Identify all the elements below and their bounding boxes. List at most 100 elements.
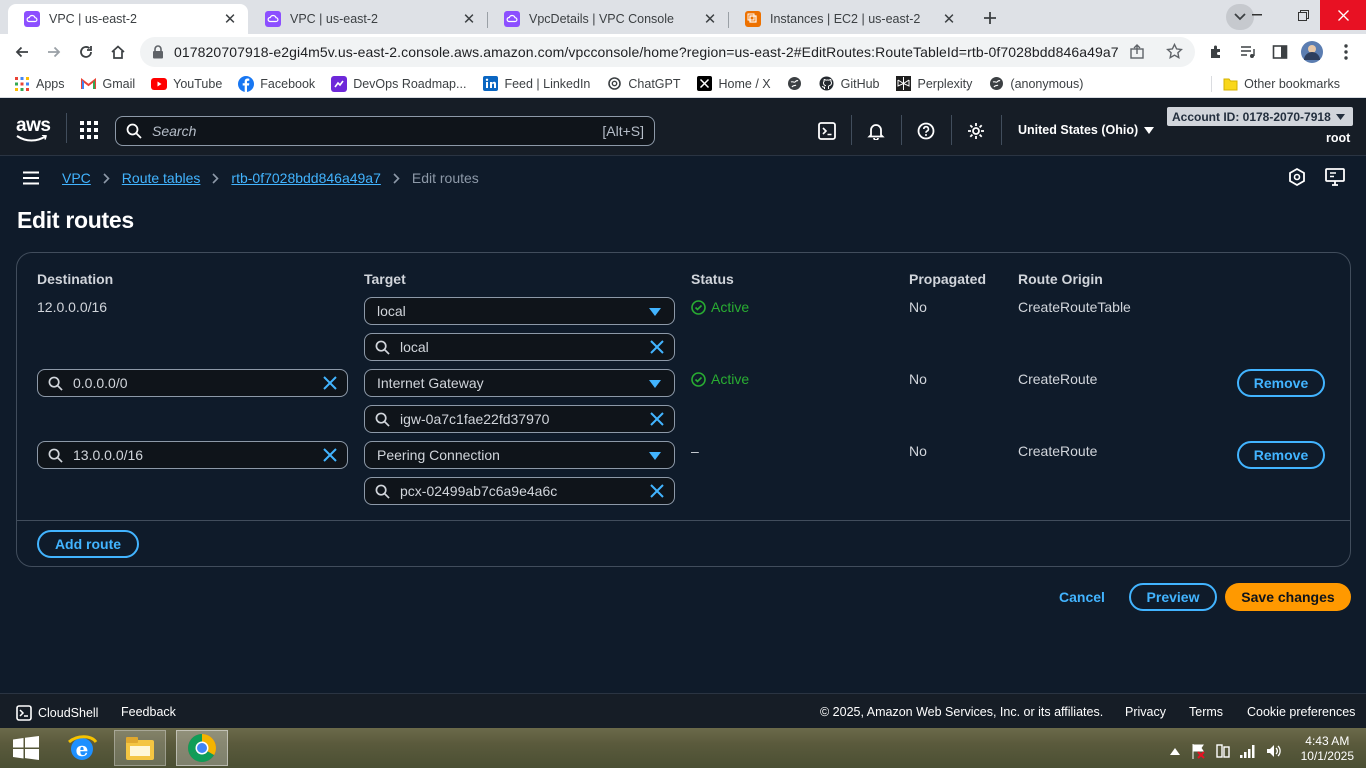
breadcrumb-vpc[interactable]: VPC — [62, 170, 91, 186]
reload-button[interactable] — [70, 36, 102, 68]
feedback-link[interactable]: Feedback — [121, 705, 176, 719]
bookmark-gmail[interactable]: Gmail — [81, 76, 136, 92]
bookmark-apps[interactable]: Apps — [14, 76, 65, 92]
share-icon[interactable] — [1129, 44, 1145, 60]
browser-tab-4[interactable]: Instances | EC2 | us-east-2 ✕ — [729, 4, 967, 34]
user-menu[interactable]: root — [1326, 131, 1350, 145]
privacy-link[interactable]: Privacy — [1125, 705, 1166, 719]
close-tab-icon[interactable]: ✕ — [222, 11, 238, 28]
target-type-select[interactable]: Internet Gateway — [364, 369, 675, 397]
aws-search-input[interactable]: Search [Alt+S] — [115, 116, 655, 146]
destination-input[interactable]: 13.0.0.0/16 — [37, 441, 348, 469]
target-value-input[interactable]: pcx-02499ab7c6a9e4a6c — [364, 477, 675, 505]
chrome-taskbar-icon[interactable] — [176, 730, 228, 766]
bookmark-label: Gmail — [102, 76, 136, 91]
close-window-button[interactable] — [1320, 0, 1366, 30]
bookmark-star-icon[interactable] — [1166, 43, 1183, 60]
target-type-select[interactable]: Peering Connection — [364, 441, 675, 469]
bookmark-linkedin[interactable]: Feed | LinkedIn — [482, 76, 590, 92]
breadcrumb-route-table-id[interactable]: rtb-0f7028bdd846a49a7 — [231, 170, 380, 186]
target-value-input[interactable]: local — [364, 333, 675, 361]
bookmark-label: Facebook — [260, 76, 316, 91]
terms-link[interactable]: Terms — [1189, 705, 1223, 719]
speaker-icon[interactable] — [1266, 743, 1282, 759]
target-value-input[interactable]: igw-0a7c1fae22fd37970 — [364, 405, 675, 433]
bookmark-github[interactable]: GitHub — [819, 76, 880, 92]
taskbar-clock[interactable]: 4:43 AM 10/1/2025 — [1301, 734, 1354, 764]
bookmark-unnamed[interactable] — [787, 76, 809, 92]
clear-icon[interactable] — [323, 448, 337, 462]
forward-button[interactable] — [38, 36, 70, 68]
file-explorer-taskbar-icon[interactable] — [114, 730, 166, 766]
target-type-select[interactable]: local — [364, 297, 675, 325]
internet-explorer-taskbar-icon[interactable]: e — [56, 730, 108, 766]
minimize-button[interactable] — [1234, 0, 1280, 30]
clear-icon[interactable] — [650, 412, 664, 426]
start-button[interactable] — [0, 730, 52, 766]
propagated-value: No — [909, 299, 927, 315]
save-changes-button[interactable]: Save changes — [1225, 583, 1351, 611]
remove-route-button[interactable]: Remove — [1237, 441, 1325, 469]
settings-button[interactable] — [967, 122, 985, 140]
help-button[interactable] — [917, 122, 935, 140]
folder-icon — [1222, 76, 1238, 92]
bookmark-anonymous[interactable]: (anonymous) — [988, 76, 1083, 92]
bookmark-youtube[interactable]: YouTube — [151, 76, 222, 92]
account-id-badge[interactable]: Account ID: 0178-2070-7918 — [1167, 107, 1353, 126]
side-panel-button[interactable] — [1264, 36, 1296, 68]
tray-expand-icon[interactable] — [1170, 747, 1180, 755]
browser-tab-3[interactable]: VpcDetails | VPC Console ✕ — [488, 4, 729, 34]
caret-down-icon — [649, 452, 661, 460]
chrome-menu-button[interactable] — [1330, 36, 1362, 68]
extensions-button[interactable] — [1200, 36, 1232, 68]
notifications-button[interactable] — [867, 122, 885, 140]
bookmark-perplexity[interactable]: Perplexity — [896, 76, 972, 92]
add-route-button[interactable]: Add route — [37, 530, 139, 558]
media-button[interactable] — [1232, 36, 1264, 68]
cloudshell-footer-button[interactable]: CloudShell — [16, 705, 98, 721]
tab-title: Instances | EC2 | us-east-2 — [770, 12, 921, 26]
destination-input[interactable]: 0.0.0.0/0 — [37, 369, 348, 397]
signal-icon[interactable] — [1240, 744, 1256, 758]
cookie-preferences-link[interactable]: Cookie preferences — [1247, 705, 1355, 719]
device-icon[interactable] — [1216, 743, 1230, 759]
facebook-icon — [238, 75, 255, 92]
feedback-hexagon-button[interactable] — [1288, 168, 1306, 186]
close-tab-icon[interactable]: ✕ — [702, 11, 718, 28]
clear-icon[interactable] — [650, 484, 664, 498]
preview-button[interactable]: Preview — [1129, 583, 1217, 611]
bookmark-chatgpt[interactable]: ChatGPT — [606, 76, 681, 92]
menu-toggle-button[interactable] — [22, 171, 40, 185]
bookmark-facebook[interactable]: Facebook — [238, 75, 316, 92]
close-tab-icon[interactable]: ✕ — [941, 11, 957, 28]
windows-logo-icon — [13, 736, 39, 760]
clear-icon[interactable] — [323, 376, 337, 390]
other-bookmarks[interactable]: Other bookmarks — [1211, 76, 1340, 92]
cloudshell-button[interactable] — [818, 122, 836, 140]
perplexity-icon — [896, 76, 912, 92]
browser-tab-1[interactable]: VPC | us-east-2 ✕ — [8, 4, 248, 34]
status-text: – — [691, 443, 699, 459]
aws-top-navigation: aws Search [Alt+S] United States (Ohio) … — [0, 99, 1366, 156]
close-tab-icon[interactable]: ✕ — [461, 11, 477, 28]
bookmark-x[interactable]: Home / X — [697, 76, 771, 92]
copyright-text: © 2025, Amazon Web Services, Inc. or its… — [820, 705, 1104, 719]
back-button[interactable] — [6, 36, 38, 68]
notification-panel-button[interactable] — [1325, 168, 1345, 186]
browser-tab-2[interactable]: VPC | us-east-2 ✕ — [249, 4, 488, 34]
breadcrumb-route-tables[interactable]: Route tables — [122, 170, 201, 186]
services-menu-button[interactable] — [80, 121, 98, 139]
clock-date: 10/1/2025 — [1300, 749, 1354, 763]
search-icon — [375, 484, 390, 499]
flag-icon[interactable] — [1190, 743, 1206, 759]
address-bar[interactable]: 017820707918-e2gi4m5v.us-east-2.console.… — [140, 37, 1195, 67]
bookmark-devops-roadmap[interactable]: DevOps Roadmap... — [331, 75, 466, 92]
home-button[interactable] — [102, 36, 134, 68]
cancel-button[interactable]: Cancel — [1059, 589, 1105, 605]
clear-icon[interactable] — [650, 340, 664, 354]
aws-logo[interactable]: aws — [16, 116, 51, 143]
profile-avatar[interactable] — [1296, 36, 1328, 68]
region-selector[interactable]: United States (Ohio) — [1018, 123, 1155, 137]
new-tab-button[interactable] — [976, 4, 1004, 32]
remove-route-button[interactable]: Remove — [1237, 369, 1325, 397]
